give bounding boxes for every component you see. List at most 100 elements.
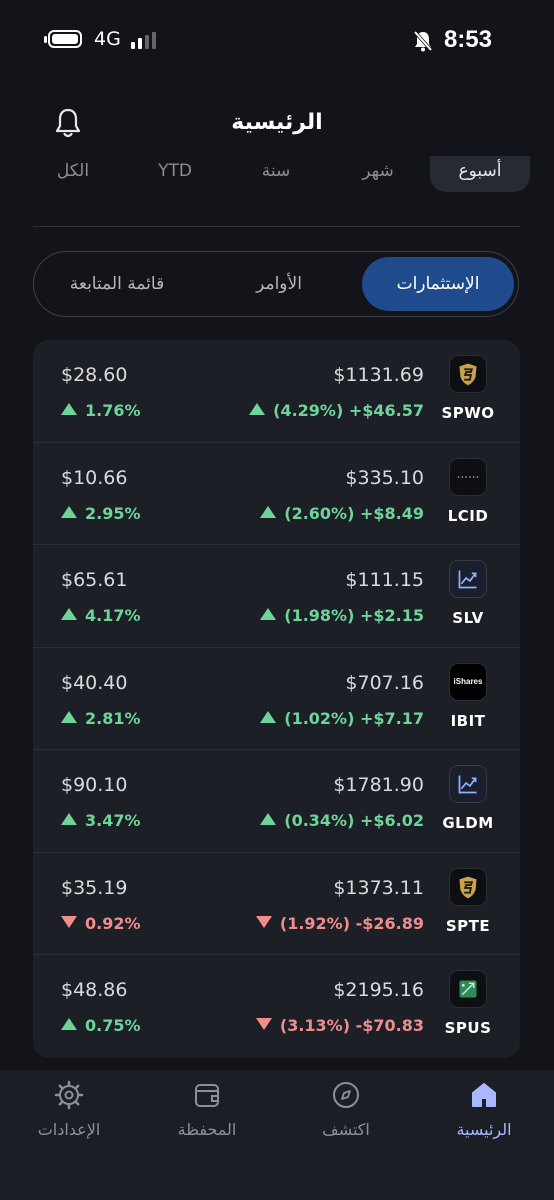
ticker-symbol: SPTE: [445, 916, 491, 935]
holding-total: $2195.16: [333, 979, 424, 1001]
current-price: $35.19: [61, 876, 128, 899]
sp-funds-green-icon: [449, 970, 487, 1008]
holdings-list: SPWO $1131.69 (4.29%) +$46.57 $28.60 1.7…: [33, 340, 520, 1058]
chart-trend-icon: [449, 560, 487, 598]
wallet-icon: [195, 1084, 219, 1107]
change-percent: 0.92%: [85, 913, 141, 933]
triangle-down-icon: [255, 1018, 272, 1030]
ishares-logo-text: iShares: [453, 676, 483, 686]
home-icon: [472, 1083, 496, 1107]
gain-percent: (1.92%): [279, 913, 351, 933]
price-change: 0.92%: [61, 914, 141, 933]
holding-total: $111.15: [345, 569, 424, 591]
triangle-up-icon: [260, 710, 277, 723]
holding-gain: (0.34%) +$6.02: [260, 811, 424, 830]
nav-label: الإعدادات: [37, 1120, 101, 1139]
holding-gain: (1.92%) -$26.89: [255, 913, 424, 933]
gain-amount: +$2.15: [359, 606, 424, 625]
gain-amount: -$70.83: [355, 1016, 424, 1035]
triangle-up-icon: [260, 813, 277, 825]
nav-label: اكتشف: [322, 1120, 370, 1139]
signal-icon: [131, 32, 161, 49]
nav-settings[interactable]: الإعدادات: [9, 1080, 129, 1139]
change-percent: 2.81%: [85, 708, 141, 728]
ticker-symbol: SPWO: [441, 404, 495, 422]
holding-row[interactable]: SPUS $2195.16 (3.13%) -$70.83 $48.86 0.7…: [33, 955, 520, 1058]
lucid-logo-icon: [449, 457, 487, 496]
silent-bell-icon: [413, 30, 433, 52]
ticker-symbol: SPUS: [444, 1019, 492, 1037]
holding-row[interactable]: GLDM $1781.90 (0.34%) +$6.02 $90.10 3.47…: [33, 750, 520, 853]
holding-gain: (1.98%) +$2.15: [260, 606, 424, 625]
holding-gain: (1.02%) +$7.17: [260, 709, 424, 728]
change-percent: 2.95%: [85, 503, 141, 523]
triangle-up-icon: [61, 1018, 77, 1030]
gain-percent: (1.02%): [284, 708, 355, 728]
triangle-up-icon: [260, 505, 277, 518]
change-percent: 4.17%: [85, 606, 141, 625]
period-month[interactable]: شهر: [340, 156, 416, 192]
holding-total: $1131.69: [333, 364, 424, 386]
network-label: 4G: [94, 28, 121, 50]
change-percent: 0.75%: [85, 1016, 141, 1035]
ishares-logo-icon: iShares: [449, 662, 487, 701]
holding-total: $1781.90: [333, 774, 424, 796]
period-selector: أسبوع شهر سنة YTD الكل: [0, 156, 554, 194]
price-change: 2.95%: [61, 504, 141, 523]
holding-row[interactable]: iShares IBIT $707.16 (1.02%) +$7.17 $40.…: [33, 648, 520, 750]
period-all[interactable]: الكل: [35, 156, 111, 192]
gain-amount: +$6.02: [359, 811, 424, 830]
gain-amount: +$8.49: [359, 503, 424, 523]
page-title: الرئيسية: [231, 110, 323, 135]
gain-percent: (3.13%): [279, 1016, 351, 1035]
status-bar: 4G 8:53: [0, 0, 554, 80]
holding-row[interactable]: LCID $335.10 (2.60%) +$8.49 $10.66 2.95%: [33, 443, 520, 545]
change-percent: 1.76%: [85, 401, 141, 420]
triangle-up-icon: [61, 710, 77, 723]
nav-label: الرئيسية: [456, 1120, 512, 1139]
gain-amount: -$26.89: [355, 913, 424, 933]
top-header: الرئيسية: [0, 100, 554, 148]
holding-row[interactable]: SLV $111.15 (1.98%) +$2.15 $65.61 4.17%: [33, 545, 520, 648]
gear-icon: [54, 1080, 84, 1110]
period-week[interactable]: أسبوع: [430, 156, 530, 192]
battery-icon: [44, 30, 82, 48]
bottom-nav: الرئيسية اكتشف المحفظة الإعدادات: [0, 1070, 554, 1200]
period-year[interactable]: سنة: [238, 156, 314, 192]
period-ytd[interactable]: YTD: [137, 156, 213, 192]
chart-trend-icon: [449, 765, 487, 803]
nav-discover[interactable]: اكتشف: [286, 1080, 406, 1139]
ticker-symbol: GLDM: [442, 814, 494, 832]
compass-icon: [333, 1082, 359, 1108]
nav-label: المحفظة: [177, 1120, 237, 1139]
tab-orders[interactable]: الأوامر: [204, 257, 354, 311]
holding-row[interactable]: SPWO $1131.69 (4.29%) +$46.57 $28.60 1.7…: [33, 340, 520, 443]
gain-percent: (0.34%): [284, 811, 355, 830]
tab-investments[interactable]: الإستثمارات: [362, 257, 514, 311]
holding-row[interactable]: SPTE $1373.11 (1.92%) -$26.89 $35.19 0.9…: [33, 853, 520, 955]
holding-total: $335.10: [345, 466, 424, 489]
holding-gain: (4.29%) +$46.57: [249, 401, 424, 420]
ticker-symbol: LCID: [447, 506, 489, 525]
nav-wallet[interactable]: المحفظة: [147, 1080, 267, 1139]
ticker-symbol: SLV: [452, 609, 484, 627]
nav-home[interactable]: الرئيسية: [424, 1080, 544, 1139]
triangle-down-icon: [255, 915, 272, 928]
current-price: $65.61: [61, 569, 128, 591]
divider: [33, 226, 520, 227]
current-price: $48.86: [61, 979, 128, 1001]
gain-percent: (4.29%): [273, 401, 344, 420]
price-change: 1.76%: [61, 401, 141, 420]
ticker-symbol: IBIT: [450, 711, 486, 730]
gain-amount: +$46.57: [348, 401, 424, 420]
price-change: 4.17%: [61, 606, 141, 625]
gain-percent: (1.98%): [284, 606, 355, 625]
current-price: $10.66: [61, 466, 128, 489]
holding-total: $1373.11: [333, 876, 424, 899]
holding-gain: (3.13%) -$70.83: [255, 1016, 424, 1035]
gain-amount: +$7.17: [359, 708, 424, 728]
triangle-up-icon: [61, 403, 77, 415]
price-change: 2.81%: [61, 709, 141, 728]
tab-watchlist[interactable]: قائمة المتابعة: [42, 257, 192, 311]
triangle-up-icon: [249, 403, 266, 415]
